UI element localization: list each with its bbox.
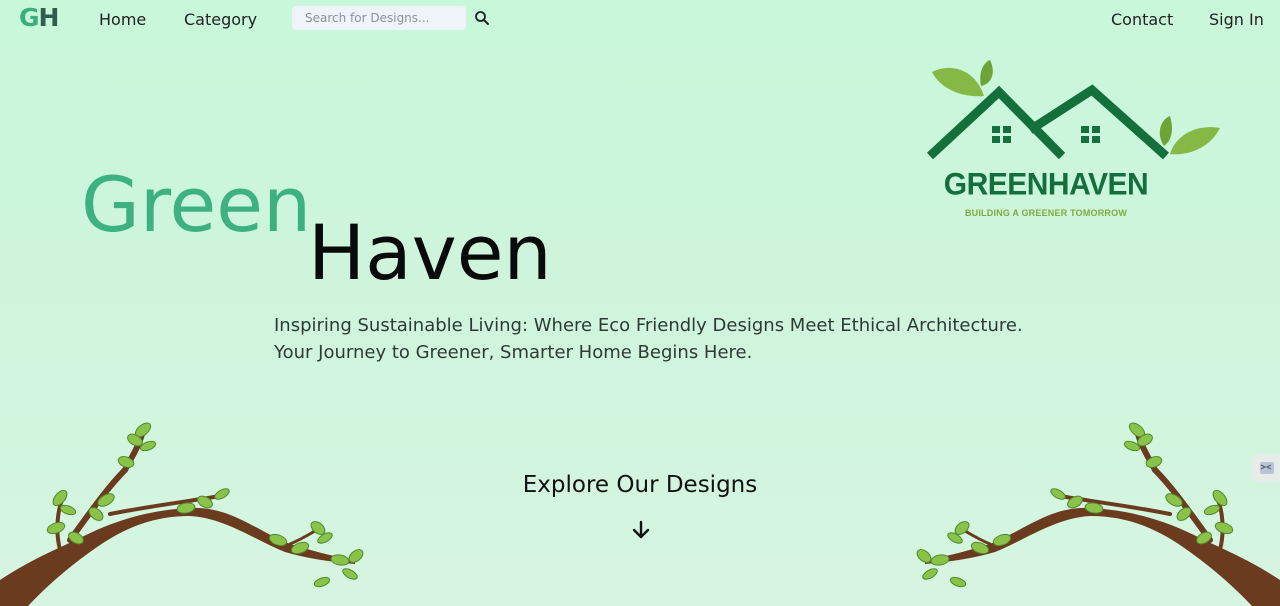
logo-wordmark: GREENHAVEN xyxy=(943,167,1149,202)
nav-contact-link[interactable]: Contact xyxy=(1111,10,1173,29)
navbar: GH Home Category Contact Sign In xyxy=(0,0,1280,40)
side-widget-button[interactable] xyxy=(1252,454,1280,482)
greenhaven-logo: GREENHAVEN BUILDING A GREENER TOMORROW xyxy=(926,58,1226,228)
tagline-line-2: Your Journey to Greener, Smarter Home Be… xyxy=(274,342,753,363)
arrow-down-icon[interactable] xyxy=(631,520,651,540)
explore-heading: Explore Our Designs xyxy=(522,472,758,498)
search-input[interactable] xyxy=(292,6,466,30)
house-roof-icon xyxy=(926,60,1220,160)
nav-home-link[interactable]: Home xyxy=(99,10,146,29)
hero-title-green: Green xyxy=(81,160,312,249)
nav-sign-in-link[interactable]: Sign In xyxy=(1209,10,1264,29)
hero-tagline: Inspiring Sustainable Living: Where Eco … xyxy=(274,312,1023,366)
side-widget-icon xyxy=(1260,462,1274,474)
search-icon[interactable] xyxy=(474,10,490,26)
logo-subtitle: BUILDING A GREENER TOMORROW xyxy=(964,208,1128,218)
brand-letter-g: G xyxy=(19,3,40,32)
brand-logo[interactable]: GH xyxy=(19,3,60,32)
tree-branch-right-illustration xyxy=(916,422,1280,606)
hero-title-haven: Haven xyxy=(308,208,552,297)
tree-branch-left-illustration xyxy=(0,422,364,606)
tagline-line-1: Inspiring Sustainable Living: Where Eco … xyxy=(274,315,1023,336)
brand-letter-h: H xyxy=(38,3,60,32)
nav-category-link[interactable]: Category xyxy=(184,10,257,29)
